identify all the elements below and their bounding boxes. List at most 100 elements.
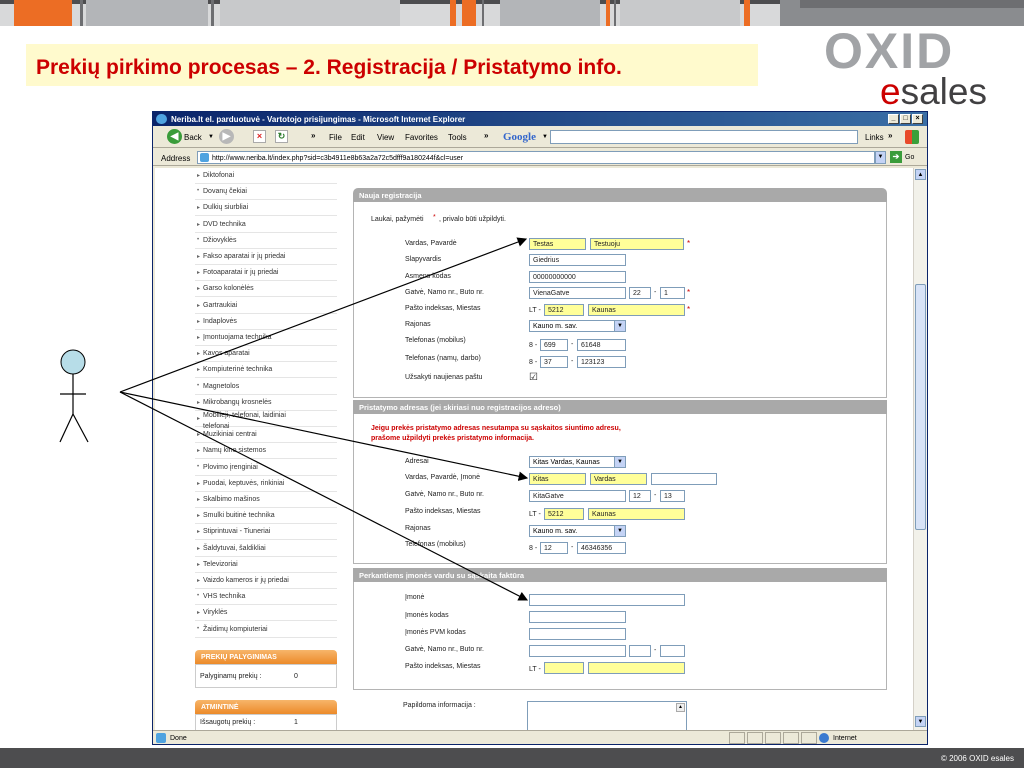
del-city-input[interactable]: Kaunas: [588, 508, 685, 520]
menu-view[interactable]: View: [377, 133, 394, 142]
category-item[interactable]: • Dovanų čekiai: [195, 184, 337, 201]
category-item[interactable]: ▸ Mobilieji, telefonai, laidiniai telefona…: [195, 411, 337, 430]
del-mobile-code-input[interactable]: 12: [540, 542, 568, 554]
category-item[interactable]: ▸ Fotoaparatai ir jų priedai: [195, 265, 337, 282]
del-company-input[interactable]: [651, 473, 717, 485]
reg-phone-code-input[interactable]: 37: [540, 356, 568, 368]
comp-name-input[interactable]: [529, 594, 685, 606]
del-house-input[interactable]: 12: [629, 490, 651, 502]
back-button[interactable]: Back: [184, 133, 202, 142]
expand-arrow-icon: ▸: [197, 513, 201, 520]
toolbar-chevron-icon[interactable]: »: [311, 131, 315, 140]
reg-house-input[interactable]: 22: [629, 287, 651, 299]
scroll-down-icon[interactable]: ▼: [915, 716, 926, 727]
reg-phone-input[interactable]: 123123: [577, 356, 626, 368]
del-address-dropdown-icon[interactable]: ▼: [614, 457, 625, 467]
category-item[interactable]: ▸ Televizoriai: [195, 557, 337, 573]
category-item[interactable]: • Plovimo įrenginiai: [195, 460, 337, 476]
del-flat-input[interactable]: 13: [660, 490, 685, 502]
reg-code-input[interactable]: 00000000000: [529, 271, 626, 283]
reg-street-input[interactable]: VienaGatve: [529, 287, 626, 299]
reg-flat-input[interactable]: 1: [660, 287, 685, 299]
reg-last-name-input[interactable]: Testuoju: [590, 238, 684, 250]
reg-district-dropdown-icon[interactable]: ▼: [614, 321, 625, 331]
del-address-select[interactable]: Kitas Vardas, Kaunas ▼: [529, 456, 626, 468]
category-item[interactable]: ▸ Vaizdo kameros ir jų priedai: [195, 573, 337, 589]
google-dropdown-icon[interactable]: ▼: [542, 134, 548, 140]
del-street-input[interactable]: KitaGatve: [529, 490, 626, 502]
comp-street-input[interactable]: [529, 645, 626, 657]
menu-chevron-icon[interactable]: »: [484, 131, 488, 140]
category-item[interactable]: ▸ Kavos aparatai: [195, 346, 337, 363]
category-item[interactable]: ▸ DVD technika: [195, 217, 337, 233]
del-first-name-input[interactable]: Kitas: [529, 473, 586, 485]
stop-icon[interactable]: ×: [253, 130, 266, 143]
category-item[interactable]: ▸ Muzikiniai centrai: [195, 427, 337, 444]
category-item[interactable]: • Džiovyklės: [195, 233, 337, 249]
textarea-scroll-up-icon[interactable]: ▲: [676, 703, 685, 712]
reg-first-name-input[interactable]: Testas: [529, 238, 586, 250]
menu-file[interactable]: File: [329, 133, 342, 142]
del-last-name-input[interactable]: Vardas: [590, 473, 647, 485]
category-item[interactable]: ▸ Viryklės: [195, 605, 337, 622]
expand-arrow-icon: ▸: [197, 173, 201, 179]
maximize-button[interactable]: □: [900, 114, 911, 124]
comp-zip-input[interactable]: [544, 662, 584, 674]
category-item[interactable]: ▸ Dulkių siurbliai: [195, 200, 337, 217]
comp-house-input[interactable]: [629, 645, 651, 657]
category-item[interactable]: ▸ Stiprintuvai - Tiuneriai: [195, 524, 337, 541]
reg-zip-input[interactable]: 5212: [544, 304, 584, 316]
google-search-input[interactable]: [550, 130, 858, 144]
category-item[interactable]: ▸ Diktofonai: [195, 168, 337, 184]
reg-mobile-code-input[interactable]: 699: [540, 339, 568, 351]
category-item[interactable]: ▸ Kompiuterinė technika: [195, 362, 337, 379]
comp-flat-input[interactable]: [660, 645, 685, 657]
page-scrollbar[interactable]: ▲ ▼: [913, 168, 927, 730]
category-item[interactable]: ▸ Šaldytuvai, šaldikliai: [195, 541, 337, 557]
category-item[interactable]: ▸ Mikrobangų krosnelės: [195, 395, 337, 411]
forward-arrow-icon[interactable]: ▶: [219, 129, 234, 144]
del-zip-input[interactable]: 5212: [544, 508, 584, 520]
category-item[interactable]: ▸ Smulki buitinė technika: [195, 508, 337, 525]
address-input[interactable]: http://www.neriba.lt/index.php?sid=c3b49…: [197, 151, 875, 164]
del-district-dropdown-icon[interactable]: ▼: [614, 526, 625, 536]
scroll-up-icon[interactable]: ▲: [915, 169, 926, 180]
menu-edit[interactable]: Edit: [351, 133, 365, 142]
comp-city-input[interactable]: [588, 662, 685, 674]
scroll-thumb[interactable]: [915, 284, 926, 530]
reg-city-input[interactable]: Kaunas: [588, 304, 685, 316]
category-item[interactable]: ▸ Skalbimo mašinos: [195, 492, 337, 508]
close-button[interactable]: ×: [912, 114, 923, 124]
category-item[interactable]: ▸ Fakso aparatai ir jų priedai: [195, 249, 337, 265]
reg-newsletter-checkbox[interactable]: ☑: [529, 372, 538, 383]
back-dropdown-icon[interactable]: ▼: [208, 134, 214, 140]
go-button[interactable]: Go: [905, 154, 914, 161]
reg-district-select[interactable]: Kauno m. sav. ▼: [529, 320, 626, 332]
category-item[interactable]: ▸ Namų kino sistemos: [195, 443, 337, 460]
del-district-select[interactable]: Kauno m. sav. ▼: [529, 525, 626, 537]
google-toolbar-label[interactable]: Google: [503, 131, 536, 143]
back-arrow-icon[interactable]: ◀: [167, 129, 182, 144]
comp-code-input[interactable]: [529, 611, 626, 623]
refresh-icon[interactable]: ↻: [275, 130, 288, 143]
category-item[interactable]: • VHS technika: [195, 589, 337, 606]
links-chevron-icon[interactable]: »: [888, 131, 892, 140]
category-item[interactable]: ▸ Gartraukiai: [195, 298, 337, 314]
menu-tools[interactable]: Tools: [448, 133, 467, 142]
category-item[interactable]: • Žaidimų kompiuteriai: [195, 622, 337, 638]
menu-favorites[interactable]: Favorites: [405, 133, 438, 142]
links-label[interactable]: Links: [865, 133, 884, 142]
reg-nick-input[interactable]: Giedrius: [529, 254, 626, 266]
comp-vat-input[interactable]: [529, 628, 626, 640]
minimize-button[interactable]: _: [888, 114, 899, 124]
category-item[interactable]: ▸ Indaplovės: [195, 314, 337, 330]
reg-mobile-input[interactable]: 61648: [577, 339, 626, 351]
go-arrow-icon[interactable]: ➔: [890, 151, 902, 163]
category-item[interactable]: ▸ Puodai, keptuvės, rinkiniai: [195, 476, 337, 492]
del-mobile-input[interactable]: 46346356: [577, 542, 626, 554]
category-item[interactable]: ▸ Įmontuojama technika: [195, 330, 337, 346]
address-dropdown-icon[interactable]: ▼: [875, 151, 886, 164]
category-item[interactable]: • Magnetolos: [195, 379, 337, 395]
category-item[interactable]: ▸ Garso kolonėlės: [195, 281, 337, 298]
extra-info-textarea[interactable]: [527, 701, 687, 730]
